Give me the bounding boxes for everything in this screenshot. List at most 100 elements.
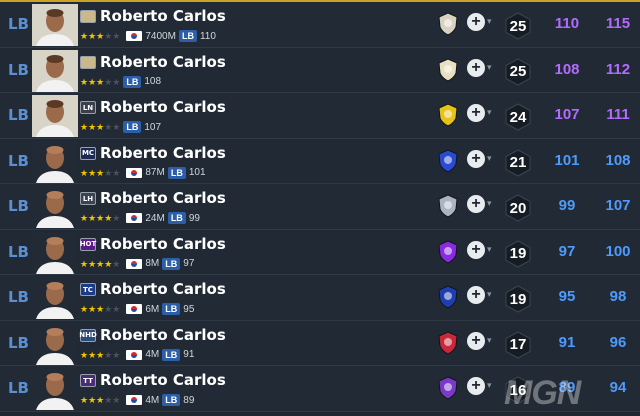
player-avatar	[32, 49, 78, 92]
player-row[interactable]: LB LH Roberto Carlos ★★★★★ 24M LB 99 + ▾…	[0, 184, 640, 230]
chevron-down-icon[interactable]: ▾	[487, 62, 492, 73]
salary: 4M	[145, 394, 160, 406]
position-label: LB	[8, 333, 29, 352]
upgrade-level: 24	[504, 103, 532, 131]
chevron-down-icon[interactable]: ▾	[487, 380, 492, 391]
position-ovr: 107	[144, 121, 162, 133]
position-badge: LB	[167, 166, 186, 179]
club-crest-icon	[437, 330, 459, 355]
player-name[interactable]: Roberto Carlos	[100, 371, 226, 389]
player-avatar	[32, 95, 78, 137]
player-meta: ★★★★★ LB 107	[80, 120, 161, 134]
player-name[interactable]: Roberto Carlos	[100, 280, 226, 298]
player-row[interactable]: LB NHD Roberto Carlos ★★★★★ 4M LB 91 + ▾…	[0, 320, 640, 366]
position-badge: LB	[167, 212, 186, 224]
player-meta: ★★★★★ 87M LB 101	[80, 166, 206, 180]
star-rating: ★★★★★	[80, 304, 121, 314]
chevron-down-icon[interactable]: ▾	[487, 16, 492, 27]
player-name[interactable]: Roberto Carlos	[100, 326, 226, 344]
add-button[interactable]: +	[467, 195, 485, 213]
season-badge	[80, 10, 96, 23]
position-ovr: 101	[188, 167, 206, 178]
player-avatar	[32, 186, 78, 228]
player-name[interactable]: Roberto Carlos	[100, 7, 226, 25]
player-avatar	[32, 231, 78, 274]
player-avatar	[32, 4, 78, 46]
ovr-current: 95	[558, 288, 576, 305]
star-rating: ★★★★★	[80, 76, 121, 87]
player-row[interactable]: LB HOT Roberto Carlos ★★★★★ 8M LB 97 + ▾…	[0, 229, 640, 275]
salary: 7400M	[145, 30, 176, 42]
season-badge: TC	[80, 283, 96, 296]
upgrade-level: 21	[504, 148, 532, 177]
player-avatar	[32, 140, 78, 183]
ovr-max: 108	[605, 151, 631, 169]
position-label: LB	[8, 379, 29, 397]
upgrade-level: 19	[504, 239, 532, 268]
player-row[interactable]: LB TC Roberto Carlos ★★★★★ 6M LB 95 + ▾ …	[0, 275, 640, 321]
chevron-down-icon[interactable]: ▾	[487, 153, 492, 164]
add-button[interactable]: +	[467, 377, 485, 395]
ovr-max: 115	[605, 15, 631, 32]
player-meta: ★★★★★ 7400M LB 110	[80, 29, 216, 43]
star-rating: ★★★★★	[80, 349, 121, 360]
chevron-down-icon[interactable]: ▾	[487, 198, 492, 209]
player-row[interactable]: LB Roberto Carlos ★★★★★ 7400M LB 110 + ▾…	[0, 2, 640, 48]
player-row[interactable]: LB LN Roberto Carlos ★★★★★ LB 107 + ▾ 24…	[0, 93, 640, 139]
add-button[interactable]: +	[467, 286, 485, 304]
ovr-max: 96	[609, 333, 627, 351]
chevron-down-icon[interactable]: ▾	[487, 244, 492, 255]
player-name[interactable]: Roberto Carlos	[100, 98, 226, 116]
player-name[interactable]: Roberto Carlos	[100, 189, 226, 207]
korea-flag-icon	[126, 213, 143, 223]
player-meta: ★★★★★ 4M LB 89	[80, 393, 194, 407]
position-ovr: 89	[183, 394, 195, 406]
position-label: LB	[8, 197, 29, 215]
player-list: LB Roberto Carlos ★★★★★ 7400M LB 110 + ▾…	[0, 0, 640, 414]
position-ovr: 110	[199, 30, 216, 42]
position-label: LB	[8, 288, 29, 306]
ovr-max: 98	[609, 288, 627, 305]
ovr-current: 89	[558, 379, 576, 396]
season-badge: LH	[80, 192, 96, 205]
salary: 87M	[145, 167, 165, 178]
club-crest-icon	[437, 285, 459, 309]
korea-flag-icon	[126, 258, 143, 269]
season-badge: HOT	[80, 237, 96, 251]
add-button[interactable]: +	[467, 58, 485, 77]
player-row[interactable]: LB TT Roberto Carlos ★★★★★ 4M LB 89 + ▾ …	[0, 366, 640, 412]
chevron-down-icon[interactable]: ▾	[487, 107, 492, 118]
player-name[interactable]: Roberto Carlos	[100, 144, 226, 162]
player-row[interactable]: LB MC Roberto Carlos ★★★★★ 87M LB 101 + …	[0, 138, 640, 184]
upgrade-level: 25	[504, 12, 532, 40]
add-button[interactable]: +	[467, 149, 485, 168]
add-button[interactable]: +	[467, 331, 485, 350]
player-name[interactable]: Roberto Carlos	[100, 53, 226, 71]
position-badge: LB	[178, 30, 197, 42]
add-button[interactable]: +	[467, 104, 485, 122]
position-label: LB	[8, 151, 29, 170]
player-name[interactable]: Roberto Carlos	[100, 235, 226, 253]
position-ovr: 108	[144, 76, 162, 87]
salary: 24M	[145, 212, 165, 224]
star-rating: ★★★★★	[80, 167, 121, 178]
add-button[interactable]: +	[467, 13, 485, 31]
ovr-current: 110	[554, 15, 580, 32]
club-crest-icon	[437, 103, 459, 127]
ovr-max: 112	[605, 60, 631, 78]
position-ovr: 95	[183, 303, 195, 315]
season-badge: NHD	[79, 328, 97, 342]
position-ovr: 99	[188, 212, 200, 224]
star-rating: ★★★★★	[80, 258, 121, 269]
chevron-down-icon[interactable]: ▾	[487, 289, 492, 300]
club-crest-icon	[437, 57, 459, 82]
club-crest-icon	[437, 148, 459, 173]
player-row[interactable]: LB Roberto Carlos ★★★★★ LB 108 + ▾ 25 10…	[0, 47, 640, 93]
position-badge: LB	[162, 303, 181, 315]
chevron-down-icon[interactable]: ▾	[487, 335, 492, 346]
add-button[interactable]: +	[467, 240, 485, 259]
club-crest-icon	[437, 194, 459, 218]
star-rating: ★★★★★	[80, 122, 121, 132]
ovr-current: 108	[554, 60, 580, 78]
ovr-current: 99	[558, 197, 576, 214]
